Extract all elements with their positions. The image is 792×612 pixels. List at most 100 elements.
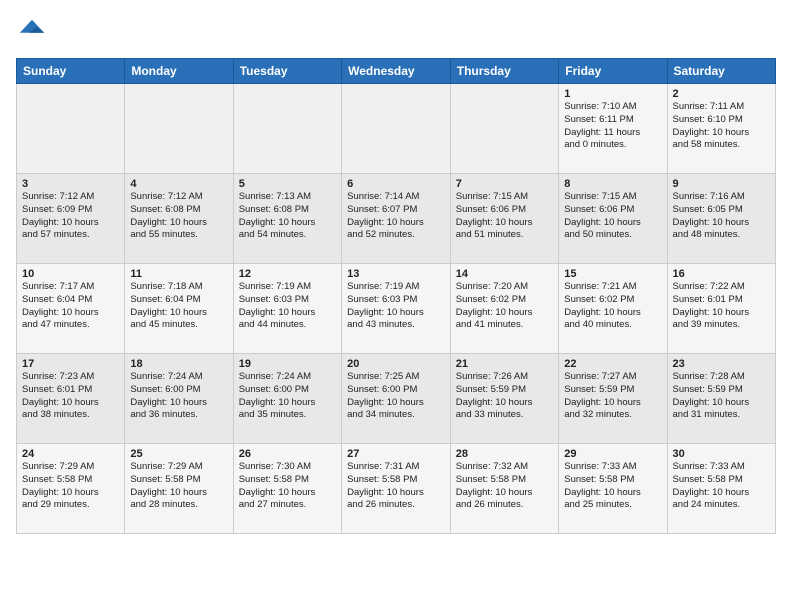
day-info: Sunrise: 7:18 AMSunset: 6:04 PMDaylight:…: [130, 281, 227, 332]
calendar-cell-19: 19Sunrise: 7:24 AMSunset: 6:00 PMDayligh…: [233, 354, 341, 444]
calendar-cell-4: 4Sunrise: 7:12 AMSunset: 6:08 PMDaylight…: [125, 174, 233, 264]
calendar-header-saturday: Saturday: [667, 59, 776, 84]
day-info: Sunrise: 7:27 AMSunset: 5:59 PMDaylight:…: [564, 371, 661, 422]
calendar-cell-10: 10Sunrise: 7:17 AMSunset: 6:04 PMDayligh…: [17, 264, 125, 354]
day-number: 10: [22, 268, 119, 280]
calendar-cell-13: 13Sunrise: 7:19 AMSunset: 6:03 PMDayligh…: [342, 264, 451, 354]
calendar-cell-9: 9Sunrise: 7:16 AMSunset: 6:05 PMDaylight…: [667, 174, 776, 264]
day-info: Sunrise: 7:26 AMSunset: 5:59 PMDaylight:…: [456, 371, 553, 422]
calendar-header-thursday: Thursday: [450, 59, 558, 84]
logo-icon: [18, 16, 46, 44]
calendar-cell-empty: [125, 84, 233, 174]
day-info: Sunrise: 7:15 AMSunset: 6:06 PMDaylight:…: [456, 191, 553, 242]
calendar-cell-20: 20Sunrise: 7:25 AMSunset: 6:00 PMDayligh…: [342, 354, 451, 444]
day-number: 23: [673, 358, 771, 370]
day-info: Sunrise: 7:31 AMSunset: 5:58 PMDaylight:…: [347, 461, 445, 512]
calendar-cell-17: 17Sunrise: 7:23 AMSunset: 6:01 PMDayligh…: [17, 354, 125, 444]
calendar-cell-30: 30Sunrise: 7:33 AMSunset: 5:58 PMDayligh…: [667, 444, 776, 534]
day-number: 24: [22, 448, 119, 460]
day-info: Sunrise: 7:22 AMSunset: 6:01 PMDaylight:…: [673, 281, 771, 332]
day-info: Sunrise: 7:10 AMSunset: 6:11 PMDaylight:…: [564, 101, 661, 152]
day-number: 19: [239, 358, 336, 370]
calendar-cell-6: 6Sunrise: 7:14 AMSunset: 6:07 PMDaylight…: [342, 174, 451, 264]
day-info: Sunrise: 7:24 AMSunset: 6:00 PMDaylight:…: [239, 371, 336, 422]
calendar-cell-25: 25Sunrise: 7:29 AMSunset: 5:58 PMDayligh…: [125, 444, 233, 534]
day-info: Sunrise: 7:19 AMSunset: 6:03 PMDaylight:…: [239, 281, 336, 332]
calendar-cell-3: 3Sunrise: 7:12 AMSunset: 6:09 PMDaylight…: [17, 174, 125, 264]
page-header: [16, 16, 776, 44]
day-info: Sunrise: 7:29 AMSunset: 5:58 PMDaylight:…: [130, 461, 227, 512]
calendar-header-tuesday: Tuesday: [233, 59, 341, 84]
day-number: 20: [347, 358, 445, 370]
day-number: 22: [564, 358, 661, 370]
day-number: 17: [22, 358, 119, 370]
day-number: 5: [239, 178, 336, 190]
day-number: 14: [456, 268, 553, 280]
calendar-cell-7: 7Sunrise: 7:15 AMSunset: 6:06 PMDaylight…: [450, 174, 558, 264]
day-info: Sunrise: 7:13 AMSunset: 6:08 PMDaylight:…: [239, 191, 336, 242]
day-info: Sunrise: 7:11 AMSunset: 6:10 PMDaylight:…: [673, 101, 771, 152]
day-number: 9: [673, 178, 771, 190]
day-info: Sunrise: 7:33 AMSunset: 5:58 PMDaylight:…: [564, 461, 661, 512]
day-number: 29: [564, 448, 661, 460]
day-info: Sunrise: 7:29 AMSunset: 5:58 PMDaylight:…: [22, 461, 119, 512]
calendar-header-sunday: Sunday: [17, 59, 125, 84]
day-number: 8: [564, 178, 661, 190]
calendar-cell-2: 2Sunrise: 7:11 AMSunset: 6:10 PMDaylight…: [667, 84, 776, 174]
calendar-cell-8: 8Sunrise: 7:15 AMSunset: 6:06 PMDaylight…: [559, 174, 667, 264]
day-number: 26: [239, 448, 336, 460]
calendar-cell-29: 29Sunrise: 7:33 AMSunset: 5:58 PMDayligh…: [559, 444, 667, 534]
day-number: 27: [347, 448, 445, 460]
calendar-cell-empty: [233, 84, 341, 174]
logo: [16, 16, 46, 44]
calendar-header-row: SundayMondayTuesdayWednesdayThursdayFrid…: [17, 59, 776, 84]
calendar-cell-22: 22Sunrise: 7:27 AMSunset: 5:59 PMDayligh…: [559, 354, 667, 444]
calendar-cell-1: 1Sunrise: 7:10 AMSunset: 6:11 PMDaylight…: [559, 84, 667, 174]
day-number: 1: [564, 88, 661, 100]
day-number: 30: [673, 448, 771, 460]
day-info: Sunrise: 7:25 AMSunset: 6:00 PMDaylight:…: [347, 371, 445, 422]
day-info: Sunrise: 7:20 AMSunset: 6:02 PMDaylight:…: [456, 281, 553, 332]
day-info: Sunrise: 7:17 AMSunset: 6:04 PMDaylight:…: [22, 281, 119, 332]
day-number: 7: [456, 178, 553, 190]
day-number: 11: [130, 268, 227, 280]
calendar-cell-empty: [342, 84, 451, 174]
calendar-week-4: 17Sunrise: 7:23 AMSunset: 6:01 PMDayligh…: [17, 354, 776, 444]
calendar-cell-27: 27Sunrise: 7:31 AMSunset: 5:58 PMDayligh…: [342, 444, 451, 534]
calendar-week-1: 1Sunrise: 7:10 AMSunset: 6:11 PMDaylight…: [17, 84, 776, 174]
calendar-cell-empty: [450, 84, 558, 174]
day-number: 4: [130, 178, 227, 190]
calendar-week-5: 24Sunrise: 7:29 AMSunset: 5:58 PMDayligh…: [17, 444, 776, 534]
day-info: Sunrise: 7:33 AMSunset: 5:58 PMDaylight:…: [673, 461, 771, 512]
day-info: Sunrise: 7:14 AMSunset: 6:07 PMDaylight:…: [347, 191, 445, 242]
day-number: 28: [456, 448, 553, 460]
calendar-cell-28: 28Sunrise: 7:32 AMSunset: 5:58 PMDayligh…: [450, 444, 558, 534]
day-info: Sunrise: 7:15 AMSunset: 6:06 PMDaylight:…: [564, 191, 661, 242]
calendar-header-monday: Monday: [125, 59, 233, 84]
calendar-cell-21: 21Sunrise: 7:26 AMSunset: 5:59 PMDayligh…: [450, 354, 558, 444]
day-info: Sunrise: 7:24 AMSunset: 6:00 PMDaylight:…: [130, 371, 227, 422]
calendar-cell-26: 26Sunrise: 7:30 AMSunset: 5:58 PMDayligh…: [233, 444, 341, 534]
day-number: 15: [564, 268, 661, 280]
calendar-table: SundayMondayTuesdayWednesdayThursdayFrid…: [16, 58, 776, 534]
calendar-cell-23: 23Sunrise: 7:28 AMSunset: 5:59 PMDayligh…: [667, 354, 776, 444]
day-info: Sunrise: 7:32 AMSunset: 5:58 PMDaylight:…: [456, 461, 553, 512]
day-number: 25: [130, 448, 227, 460]
calendar-cell-5: 5Sunrise: 7:13 AMSunset: 6:08 PMDaylight…: [233, 174, 341, 264]
day-number: 18: [130, 358, 227, 370]
day-number: 13: [347, 268, 445, 280]
calendar-cell-empty: [17, 84, 125, 174]
day-number: 3: [22, 178, 119, 190]
day-number: 21: [456, 358, 553, 370]
calendar-cell-18: 18Sunrise: 7:24 AMSunset: 6:00 PMDayligh…: [125, 354, 233, 444]
day-info: Sunrise: 7:16 AMSunset: 6:05 PMDaylight:…: [673, 191, 771, 242]
day-number: 12: [239, 268, 336, 280]
day-info: Sunrise: 7:23 AMSunset: 6:01 PMDaylight:…: [22, 371, 119, 422]
day-info: Sunrise: 7:30 AMSunset: 5:58 PMDaylight:…: [239, 461, 336, 512]
day-info: Sunrise: 7:12 AMSunset: 6:08 PMDaylight:…: [130, 191, 227, 242]
day-info: Sunrise: 7:12 AMSunset: 6:09 PMDaylight:…: [22, 191, 119, 242]
calendar-header-friday: Friday: [559, 59, 667, 84]
day-info: Sunrise: 7:19 AMSunset: 6:03 PMDaylight:…: [347, 281, 445, 332]
calendar-header-wednesday: Wednesday: [342, 59, 451, 84]
calendar-week-2: 3Sunrise: 7:12 AMSunset: 6:09 PMDaylight…: [17, 174, 776, 264]
